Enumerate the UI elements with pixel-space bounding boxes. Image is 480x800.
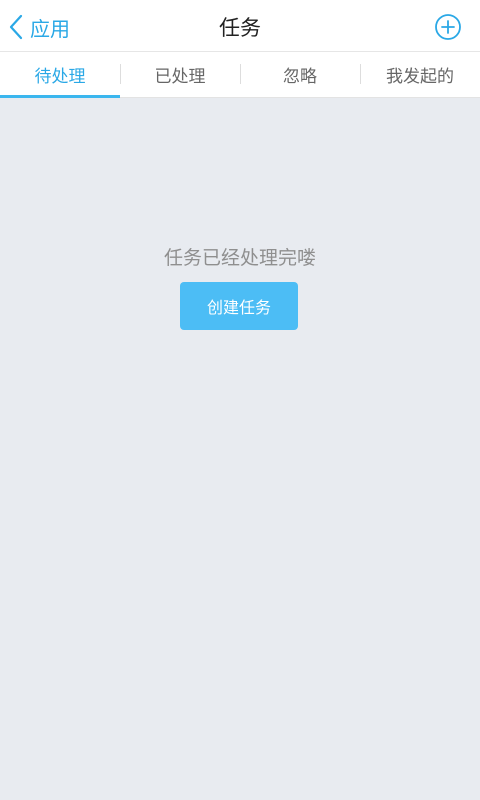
chevron-left-icon [9, 14, 23, 40]
page-title: 任务 [219, 16, 261, 40]
tab-pending[interactable]: 待处理 [0, 52, 120, 98]
create-task-button[interactable]: 创建任务 [180, 282, 298, 330]
tab-bar: 待处理 已处理 忽略 我发起的 [0, 52, 480, 98]
back-button[interactable]: 应用 [8, 12, 70, 42]
back-label: 应用 [30, 16, 70, 41]
tab-ignored[interactable]: 忽略 [240, 52, 360, 97]
tab-processed[interactable]: 已处理 [120, 52, 240, 97]
empty-state-message: 任务已经处理完喽 [163, 247, 316, 269]
plus-circle-icon[interactable] [434, 13, 462, 41]
tab-initiated-by-me[interactable]: 我发起的 [360, 52, 480, 97]
top-bar: 应用 任务 [0, 0, 480, 52]
